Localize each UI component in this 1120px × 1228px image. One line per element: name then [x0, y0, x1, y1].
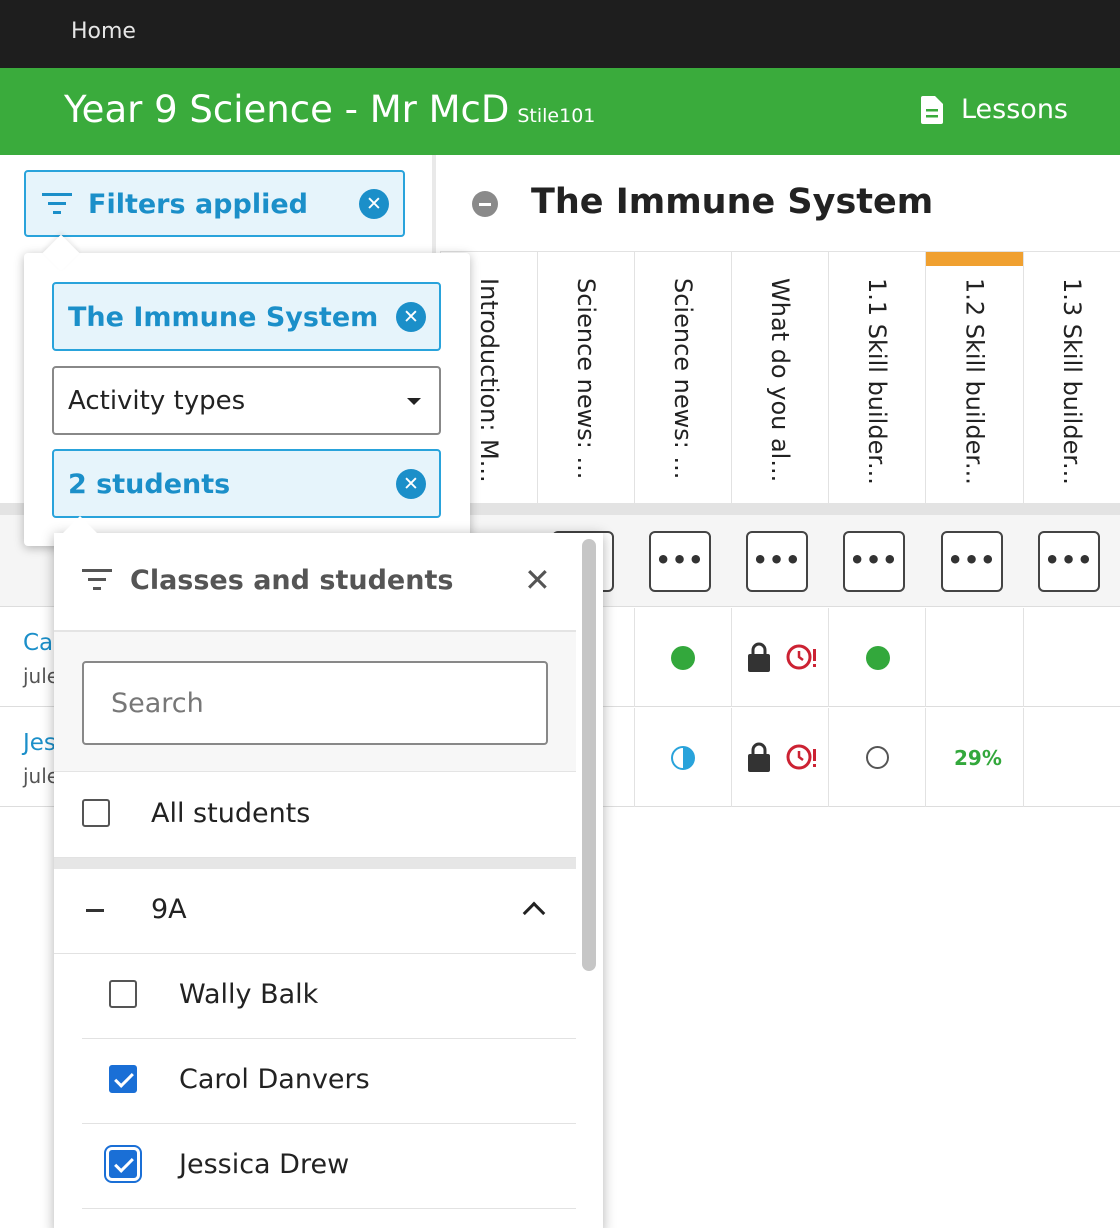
students-filter-chip[interactable]: 2 students ✕ [52, 449, 441, 518]
column-header[interactable]: 1.3 Skill builder... [1023, 251, 1120, 503]
search-input[interactable] [82, 661, 548, 745]
topic-filter-label: The Immune System [68, 302, 379, 333]
all-students-checkbox[interactable] [82, 799, 110, 827]
filter-icon [82, 569, 112, 590]
class-code: Stile101 [517, 105, 596, 127]
not-started-status-icon[interactable] [866, 746, 889, 769]
class-title: Year 9 Science - Mr McD Stile101 [64, 88, 595, 131]
student-option[interactable]: Jessica Drew [82, 1124, 576, 1209]
column-menu-button[interactable]: ••• [843, 531, 905, 592]
top-nav-bar: Home [0, 0, 1120, 68]
in-progress-status-icon[interactable] [671, 746, 695, 770]
overdue-clock-icon[interactable] [785, 741, 817, 773]
document-icon [920, 95, 943, 124]
student-name[interactable]: Jes [23, 730, 56, 756]
student-option[interactable]: Wally Balk [82, 954, 576, 1039]
filters-dropdown: The Immune System ✕ Activity types 2 stu… [24, 234, 470, 546]
topic-filter-chip[interactable]: The Immune System ✕ [52, 282, 441, 351]
student-checkbox[interactable] [109, 1065, 137, 1093]
completed-status-icon[interactable] [866, 646, 890, 670]
lessons-button[interactable]: Lessons [920, 94, 1068, 125]
filters-button[interactable]: Filters applied ✕ [24, 170, 405, 237]
completed-status-icon[interactable] [671, 646, 695, 670]
home-link[interactable]: Home [71, 19, 136, 44]
student-option-label: Jessica Drew [179, 1149, 350, 1180]
panel-header: Classes and students ✕ [54, 533, 576, 632]
student-option-label: Wally Balk [179, 979, 319, 1010]
partial-selection-icon[interactable] [86, 909, 104, 912]
topic-title: The Immune System [531, 182, 934, 222]
column-title: 1.1 Skill builder... [863, 278, 891, 485]
column-menu-button[interactable]: ••• [941, 531, 1003, 592]
current-lesson-indicator [926, 252, 1023, 266]
column-header[interactable]: Science news: ... [634, 251, 731, 503]
class-name: 9A [151, 894, 187, 925]
column-title: Introduction: M... [475, 278, 503, 483]
column-menu-button[interactable]: ••• [746, 531, 808, 592]
activity-types-label: Activity types [68, 386, 246, 416]
chevron-up-icon[interactable] [522, 901, 546, 925]
student-checkbox[interactable] [104, 1145, 142, 1183]
remove-students-filter-icon[interactable]: ✕ [396, 469, 426, 499]
column-header[interactable]: 1.1 Skill builder... [828, 251, 925, 503]
column-menu-button[interactable]: ••• [649, 531, 711, 592]
filter-icon [42, 193, 72, 214]
dropdown-arrow-icon [407, 398, 421, 405]
panel-title: Classes and students [130, 565, 454, 596]
dropdown-pointer [42, 234, 80, 272]
overdue-clock-icon[interactable] [785, 641, 817, 673]
student-name[interactable]: Ca [23, 630, 53, 656]
clear-filters-icon[interactable]: ✕ [359, 189, 389, 219]
all-students-label: All students [151, 798, 311, 829]
filters-label: Filters applied [88, 189, 308, 220]
student-option-label: Carol Danvers [179, 1064, 370, 1095]
column-title: Science news: ... [669, 278, 697, 480]
column-title: Science news: ... [572, 278, 600, 480]
lock-icon[interactable] [747, 742, 771, 772]
column-menu-button[interactable]: ••• [1038, 531, 1100, 592]
column-header[interactable]: What do you al... [731, 251, 828, 503]
lock-icon[interactable] [747, 642, 771, 672]
all-students-option[interactable]: All students [54, 773, 576, 858]
column-title: What do you al... [766, 278, 794, 483]
section-separator [54, 858, 576, 869]
remove-topic-filter-icon[interactable]: ✕ [396, 302, 426, 332]
topic-section: The Immune System [436, 155, 1120, 251]
students-filter-label: 2 students [68, 469, 231, 500]
lessons-label: Lessons [960, 94, 1068, 125]
column-title: 1.2 Skill builder... [960, 278, 989, 485]
student-option[interactable]: Carol Danvers [82, 1039, 576, 1124]
class-group-9a[interactable]: 9A [54, 869, 576, 954]
close-icon[interactable]: ✕ [524, 561, 551, 599]
column-header[interactable]: Science news: ... [537, 251, 634, 503]
search-area [54, 632, 576, 772]
score-value[interactable]: 29% [954, 746, 1002, 770]
column-title: 1.3 Skill builder... [1058, 278, 1086, 485]
panel-scrollbar[interactable] [582, 539, 596, 971]
class-header: Year 9 Science - Mr McD Stile101 Lessons [0, 68, 1120, 155]
collapse-topic-icon[interactable] [472, 191, 498, 217]
classes-students-panel: Classes and students ✕ All students 9A W… [54, 516, 603, 1228]
student-checkbox[interactable] [109, 980, 137, 1008]
class-name: Year 9 Science - Mr McD [64, 88, 510, 131]
column-header-current[interactable]: 1.2 Skill builder... [925, 251, 1023, 503]
activity-types-select[interactable]: Activity types [52, 366, 441, 435]
